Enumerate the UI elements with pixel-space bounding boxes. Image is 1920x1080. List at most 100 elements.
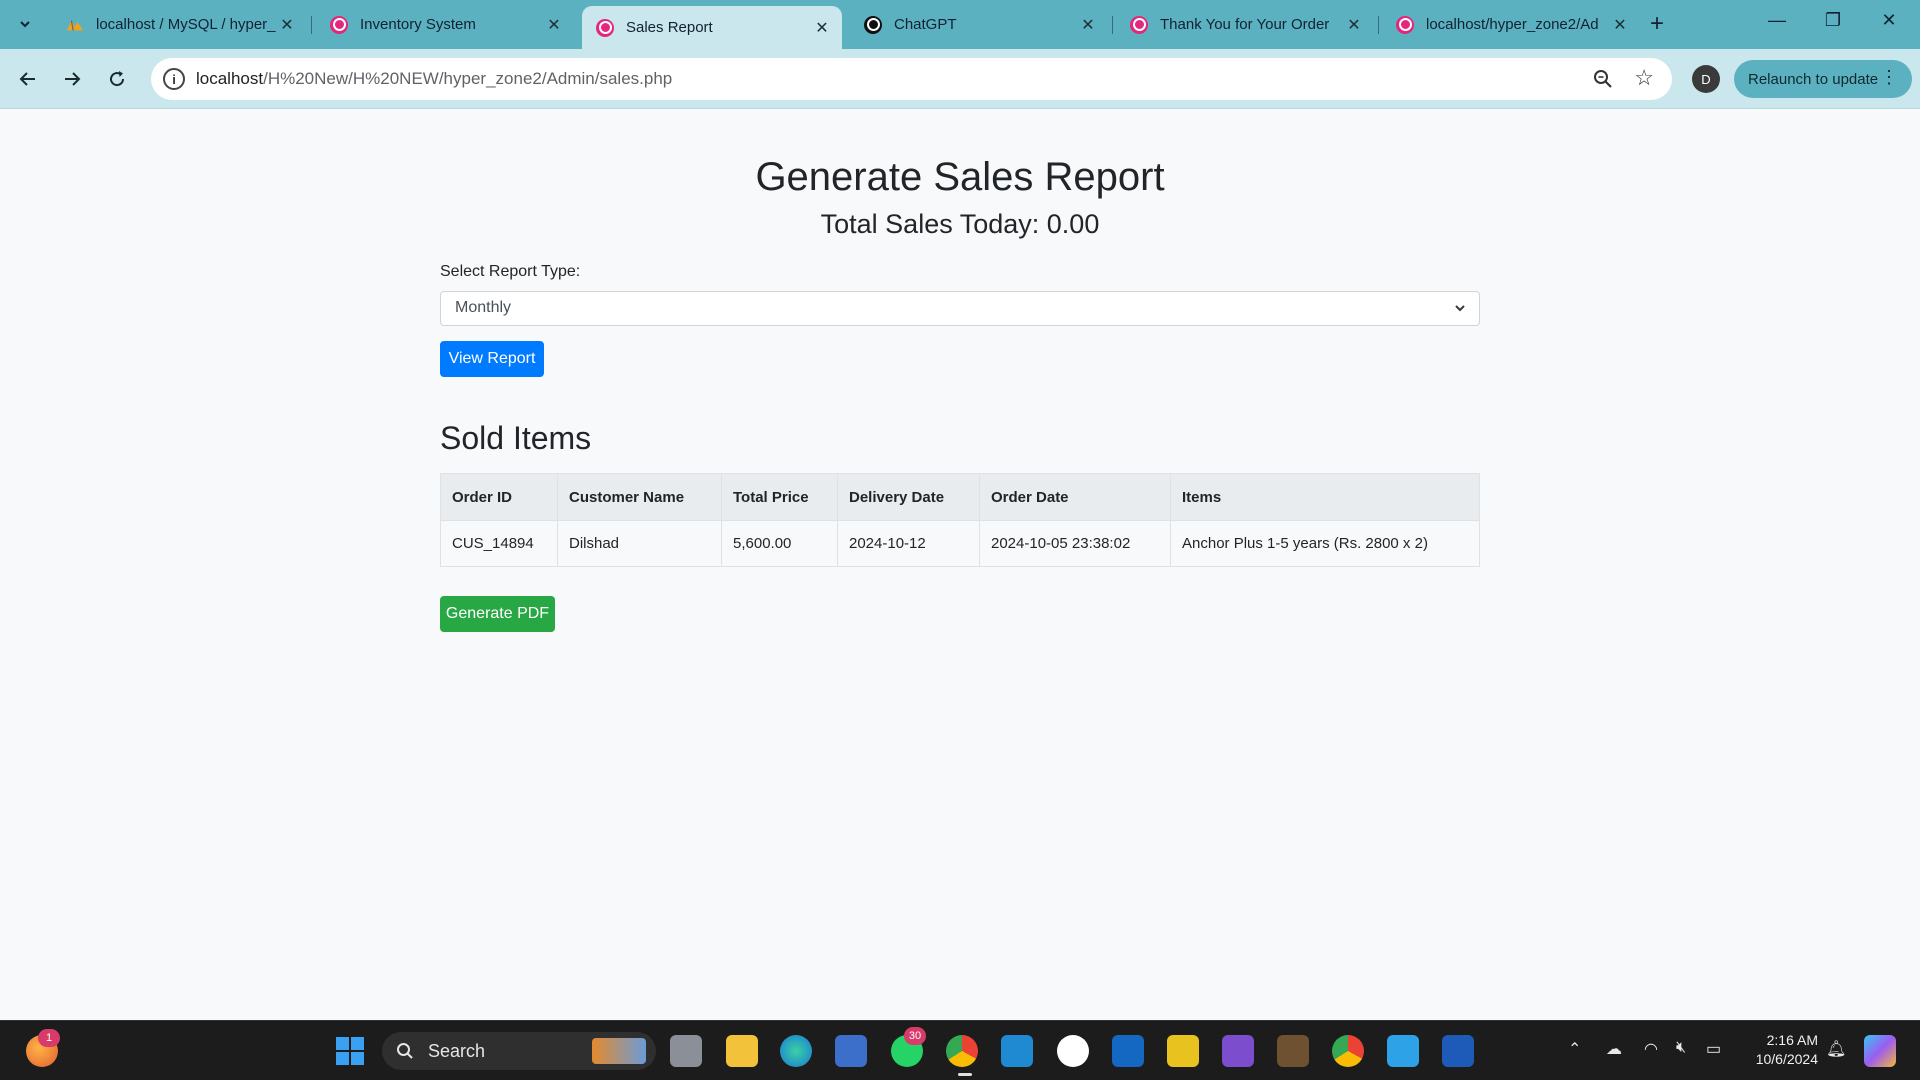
site-info-icon[interactable]: i (163, 68, 185, 90)
vscode-icon[interactable] (1001, 1035, 1033, 1067)
column-header: Total Price (721, 473, 838, 521)
hyperzone-icon (330, 15, 348, 34)
notification-badge: 1 (38, 1029, 60, 1047)
clock-time: 2:16 AM (1766, 1032, 1818, 1048)
tab-phpmyadmin[interactable]: localhost / MySQL / hyper_ ✕ (52, 6, 307, 43)
outlook-icon[interactable] (1112, 1035, 1144, 1067)
task-view-icon[interactable] (670, 1035, 702, 1067)
table-cell: Anchor Plus 1-5 years (Rs. 2800 x 2) (1170, 520, 1480, 567)
close-icon[interactable]: ✕ (1344, 15, 1364, 35)
chrome-icon[interactable] (946, 1035, 978, 1067)
column-header: Order ID (440, 473, 558, 521)
tab-search-button[interactable] (8, 8, 42, 40)
table-cell: Dilshad (557, 520, 722, 567)
show-hidden-icons[interactable]: ⌃ (1568, 1039, 1581, 1059)
taskbar-search[interactable]: Search (382, 1032, 656, 1070)
minimize-icon: — (1768, 10, 1786, 30)
windows-taskbar: 1 Search 30 ⌃ ☁ ◠ 🔇︎ ▭ 2:16 AM 10/6/2024… (0, 1020, 1920, 1080)
reload-icon (110, 71, 125, 87)
tab-title: localhost/hyper_zone2/Ad (1426, 16, 1599, 33)
search-icon (397, 1043, 413, 1059)
chevron-down-icon (1455, 305, 1465, 312)
new-tab-button[interactable]: + (1650, 12, 1664, 36)
wifi-icon[interactable]: ◠ (1644, 1039, 1658, 1059)
table-cell: 5,600.00 (721, 520, 838, 567)
reload-button[interactable] (101, 63, 133, 95)
sticky-app-icon[interactable] (1167, 1035, 1199, 1067)
report-type-select[interactable]: Monthly (440, 291, 1480, 326)
close-icon[interactable]: ✕ (1078, 15, 1098, 35)
forward-button[interactable] (56, 63, 88, 95)
tab-thank-you[interactable]: Thank You for Your Order ✕ (1116, 6, 1374, 43)
zoom-icon[interactable] (1592, 68, 1614, 90)
back-button[interactable] (12, 63, 44, 95)
tab-inventory-system[interactable]: Inventory System ✕ (316, 6, 574, 43)
notification-bell-icon[interactable]: 🔔︎ (1826, 1039, 1846, 1059)
minimize-button[interactable]: — (1754, 10, 1800, 31)
hyperzone-icon (596, 18, 614, 37)
table-row: CUS_14894 Dilshad 5,600.00 2024-10-12 20… (440, 520, 1480, 567)
table-cell: 2024-10-12 (837, 520, 980, 567)
url-text[interactable]: localhost/H%20New/H%20NEW/hyper_zone2/Ad… (196, 69, 672, 89)
tab-title: ChatGPT (894, 16, 957, 33)
word-icon[interactable] (1442, 1035, 1474, 1067)
sold-items-heading: Sold Items (440, 420, 592, 456)
more-vert-icon[interactable]: ⋮ (1880, 68, 1898, 86)
generate-pdf-button[interactable]: Generate PDF (440, 596, 555, 632)
tab-separator (1112, 16, 1113, 34)
file-explorer-icon[interactable] (726, 1035, 758, 1067)
tab-sales-report[interactable]: Sales Report ✕ (582, 6, 842, 49)
onedrive-icon[interactable]: ☁ (1606, 1039, 1622, 1059)
sold-items-table: Order ID Customer Name Total Price Deliv… (440, 473, 1480, 567)
tab-title: Sales Report (626, 19, 713, 36)
visual-studio-icon[interactable] (1222, 1035, 1254, 1067)
address-bar[interactable]: i localhost/H%20New/H%20NEW/hyper_zone2/… (151, 58, 1672, 100)
chrome-profile-icon[interactable] (1332, 1035, 1364, 1067)
search-label: Search (428, 1041, 486, 1061)
forward-arrow-icon (65, 72, 81, 86)
tab-separator (1378, 16, 1379, 34)
close-icon[interactable]: ✕ (544, 15, 564, 35)
bookmark-star-icon[interactable]: ☆ (1634, 65, 1654, 91)
microsoft-store-icon[interactable] (835, 1035, 867, 1067)
view-report-button[interactable]: View Report (440, 341, 544, 377)
column-header: Delivery Date (837, 473, 980, 521)
game-app-icon[interactable] (1277, 1035, 1309, 1067)
volume-muted-icon[interactable]: 🔇︎ (1676, 1039, 1686, 1057)
edge-icon[interactable] (780, 1035, 812, 1067)
close-window-button[interactable]: ✕ (1866, 10, 1912, 31)
page-title: Generate Sales Report (755, 155, 1165, 199)
system-clock[interactable]: 2:16 AM 10/6/2024 (1738, 1031, 1818, 1069)
hyperzone-icon (1130, 15, 1148, 34)
windows-start-icon[interactable] (334, 1035, 366, 1067)
profile-avatar[interactable]: D (1692, 65, 1720, 93)
plus-icon: + (1650, 10, 1665, 37)
column-header: Customer Name (557, 473, 722, 521)
whatsapp-desktop-icon[interactable] (1057, 1035, 1089, 1067)
relaunch-label: Relaunch to update (1748, 70, 1879, 88)
restore-button[interactable]: ❐ (1810, 10, 1856, 31)
copilot-icon[interactable] (1864, 1035, 1896, 1067)
notepad-icon[interactable] (1387, 1035, 1419, 1067)
tab-strip: localhost / MySQL / hyper_ ✕ Inventory S… (0, 0, 1920, 49)
page-content: Generate Sales Report Total Sales Today:… (0, 110, 1920, 1020)
table-cell: CUS_14894 (440, 520, 558, 567)
relaunch-button[interactable]: Relaunch to update ⋮ (1734, 60, 1912, 98)
total-sales-today: Total Sales Today: 0.00 (820, 209, 1100, 239)
tab-title: localhost / MySQL / hyper_ (96, 16, 276, 33)
tab-admin[interactable]: localhost/hyper_zone2/Ad ✕ (1382, 6, 1640, 43)
close-icon[interactable]: ✕ (1610, 15, 1630, 35)
column-header: Order Date (979, 473, 1171, 521)
restore-icon: ❐ (1824, 10, 1842, 30)
close-icon[interactable]: ✕ (812, 18, 832, 38)
tab-separator (311, 16, 312, 34)
close-icon[interactable]: ✕ (277, 15, 297, 35)
table-cell: 2024-10-05 23:38:02 (979, 520, 1171, 567)
tab-title: Inventory System (360, 16, 476, 33)
battery-icon[interactable]: ▭ (1706, 1039, 1721, 1059)
phpmyadmin-icon (66, 16, 84, 34)
chevron-down-icon (20, 21, 30, 28)
chatgpt-icon (864, 15, 882, 34)
profile-initial: D (1701, 71, 1711, 87)
tab-chatgpt[interactable]: ChatGPT ✕ (850, 6, 1108, 43)
